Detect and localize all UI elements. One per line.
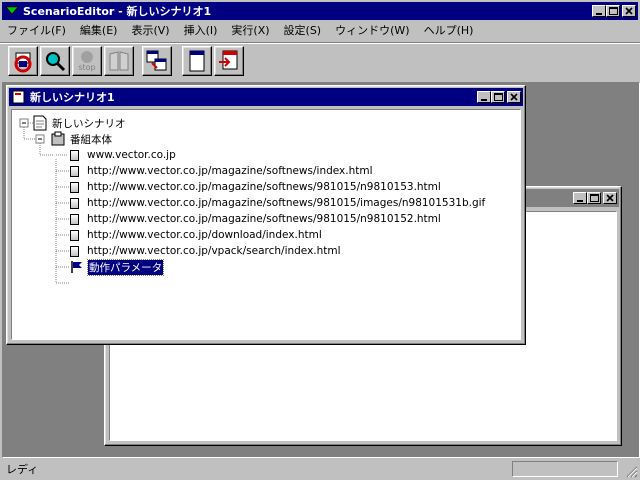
tree-item-label: http://www.vector.co.jp/magazine/softnew…: [87, 165, 373, 177]
menu-insert[interactable]: 挿入(I): [177, 22, 225, 38]
tree-item-label: http://www.vector.co.jp/magazine/softnew…: [87, 197, 486, 209]
flag-icon: [71, 261, 82, 273]
url-item-icon: [70, 229, 79, 241]
selected-tree-label: 動作パラメータ: [86, 258, 165, 276]
import-icon: [219, 50, 238, 70]
menu-settings[interactable]: 設定(S): [277, 22, 329, 38]
scenario-tree-view[interactable]: 新しいシナリオ 番組本体 www.vector.co.jp http://www…: [11, 109, 521, 340]
bg-minimize-button[interactable]: [573, 192, 587, 204]
tree-item[interactable]: http://www.vector.co.jp/magazine/softnew…: [70, 179, 441, 195]
tree-item[interactable]: http://www.vector.co.jp/magazine/softnew…: [70, 163, 373, 179]
menu-view[interactable]: 表示(V): [124, 22, 176, 38]
child-minimize-button[interactable]: [477, 91, 491, 103]
app-title: ScenarioEditor - 新しいシナリオ1: [23, 5, 212, 18]
search-icon: [46, 52, 66, 72]
minimize-button[interactable]: [592, 5, 606, 17]
url-item-icon: [70, 181, 79, 193]
child-window-title: 新しいシナリオ1: [30, 91, 115, 104]
menu-window[interactable]: ウィンドウ(W): [328, 22, 416, 38]
toolbar: stop: [0, 42, 640, 81]
tree-node-group[interactable]: 番組本体: [50, 131, 112, 147]
child-window-title-bar[interactable]: 新しいシナリオ1: [9, 88, 523, 106]
tree-item[interactable]: http://www.vector.co.jp/download/index.h…: [70, 227, 322, 243]
child-close-button[interactable]: [507, 91, 521, 103]
url-item-icon: [70, 165, 79, 177]
menu-help[interactable]: ヘルプ(H): [417, 22, 481, 38]
url-item-icon: [70, 213, 79, 225]
tree-node-root[interactable]: 新しいシナリオ: [32, 115, 126, 131]
book-button[interactable]: [104, 46, 134, 76]
url-item-icon: [70, 149, 79, 161]
scenario-doc-icon[interactable]: [12, 90, 26, 104]
search-button[interactable]: [40, 46, 70, 76]
stop-label: stop: [78, 63, 96, 72]
cascade-button[interactable]: [142, 46, 172, 76]
record-button[interactable]: [8, 46, 38, 76]
page-icon: [189, 50, 205, 72]
book-icon: [109, 51, 129, 71]
menu-run[interactable]: 実行(X): [224, 22, 276, 38]
tree-item[interactable]: http://www.vector.co.jp/magazine/softnew…: [70, 211, 441, 227]
new-page-button[interactable]: [182, 46, 212, 76]
folder-icon: [51, 131, 65, 146]
menu-bar: ファイル(F) 編集(E) 表示(V) 挿入(I) 実行(X) 設定(S) ウィ…: [0, 20, 640, 40]
record-icon: [14, 52, 32, 73]
url-item-icon: [70, 197, 79, 209]
tree-item-label: http://www.vector.co.jp/download/index.h…: [87, 229, 322, 241]
bg-maximize-button[interactable]: [587, 192, 601, 204]
child-maximize-button[interactable]: [491, 91, 505, 103]
tree-item-label: www.vector.co.jp: [87, 149, 176, 161]
maximize-button[interactable]: [606, 5, 620, 17]
main-title-bar[interactable]: ScenarioEditor - 新しいシナリオ1: [2, 2, 638, 20]
menu-edit[interactable]: 編集(E): [73, 22, 125, 38]
bg-close-button[interactable]: [603, 192, 617, 204]
cascade-windows-icon: [146, 50, 167, 71]
tree-item-selected[interactable]: 動作パラメータ: [70, 258, 165, 276]
scenario-file-icon: [33, 115, 47, 131]
scenario-child-window[interactable]: 新しいシナリオ1 新しいシナリオ 番組本体 www.vector.co.jp h…: [6, 85, 526, 345]
tree-item-label: http://www.vector.co.jp/magazine/softnew…: [87, 213, 441, 225]
close-button[interactable]: [622, 5, 636, 17]
app-icon[interactable]: [5, 5, 19, 17]
status-panel: [512, 461, 618, 477]
tree-root-label: 新しいシナリオ: [52, 117, 126, 130]
status-text: レディ: [6, 463, 39, 476]
tree-item[interactable]: www.vector.co.jp: [70, 147, 176, 163]
tree-item[interactable]: http://www.vector.co.jp/vpack/search/ind…: [70, 243, 341, 259]
url-item-icon: [70, 245, 79, 257]
tree-item-label: http://www.vector.co.jp/magazine/softnew…: [87, 181, 441, 193]
status-bar: レディ: [0, 458, 640, 480]
tree-item[interactable]: http://www.vector.co.jp/magazine/softnew…: [70, 195, 485, 211]
tree-item-label: http://www.vector.co.jp/vpack/search/ind…: [87, 245, 341, 257]
import-button[interactable]: [214, 46, 244, 76]
menu-file[interactable]: ファイル(F): [0, 22, 73, 38]
tree-group-label: 番組本体: [70, 133, 112, 146]
stop-button[interactable]: stop: [72, 46, 102, 76]
resize-grip-icon[interactable]: [624, 464, 638, 478]
stop-icon: [81, 51, 93, 63]
